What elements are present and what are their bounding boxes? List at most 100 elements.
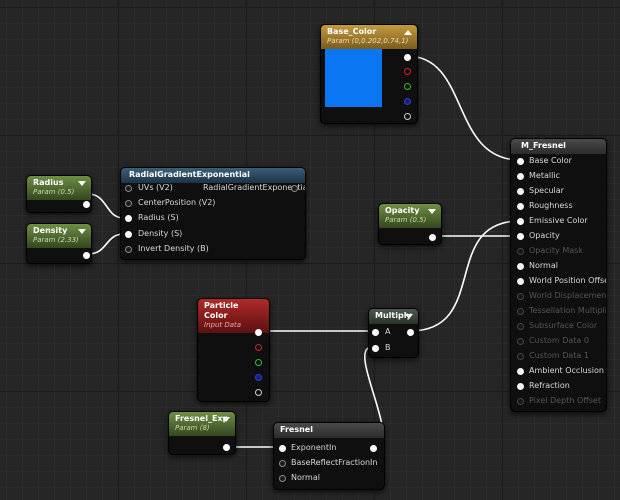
material-input-pin[interactable]	[517, 293, 524, 300]
material-input-pin[interactable]	[517, 248, 524, 255]
node-header[interactable]: Opacity Param (0.5)	[379, 204, 441, 228]
material-input-pin[interactable]	[517, 308, 524, 315]
collapse-arrow-icon[interactable]	[78, 181, 86, 186]
value-output-pin[interactable]	[83, 201, 90, 208]
alpha-output-pin[interactable]	[404, 113, 411, 120]
collapse-arrow-icon[interactable]	[428, 209, 436, 214]
material-input-pin[interactable]	[517, 353, 524, 360]
radial-gradient-node[interactable]: RadialGradientExponential UVs (V2) Cente…	[120, 167, 306, 260]
radius-label: Radius (S)	[138, 213, 179, 222]
collapse-arrow-icon[interactable]	[222, 417, 230, 422]
opacity-param-node[interactable]: Opacity Param (0.5)	[378, 203, 442, 245]
rgb-output-pin[interactable]	[255, 329, 262, 336]
material-input-pin[interactable]	[517, 398, 524, 405]
node-header[interactable]: M_Fresnel	[511, 139, 606, 154]
material-result-node[interactable]: M_Fresnel Base Color Metallic Specular Roug…	[510, 138, 607, 412]
green-output-pin[interactable]	[404, 83, 411, 90]
red-output-pin[interactable]	[255, 344, 262, 351]
density-label: Density (S)	[138, 229, 183, 238]
collapse-arrow-icon[interactable]	[404, 30, 412, 35]
base-color-param-node[interactable]: Base_Color Param (0,0.202,0.74,1)	[320, 24, 418, 124]
uvs-label: UVs (V2)	[138, 183, 173, 192]
value-output-pin[interactable]	[429, 234, 436, 241]
node-header[interactable]: Radius Param (0.5)	[27, 176, 91, 200]
node-subtitle: Param (8)	[175, 424, 210, 432]
density-param-node[interactable]: Density Param (2.33)	[26, 223, 92, 264]
node-title: M_Fresnel	[521, 141, 566, 150]
b-label: B	[385, 343, 391, 352]
node-header[interactable]: Fresnel	[274, 423, 384, 438]
result-output-pin[interactable]	[407, 329, 414, 336]
material-input-label: Ambient Occlusion	[529, 366, 604, 375]
material-input-pin[interactable]	[517, 383, 524, 390]
particle-color-node[interactable]: Particle Color Input Data	[197, 298, 270, 402]
radius-param-node[interactable]: Radius Param (0.5)	[26, 175, 92, 213]
blue-output-pin[interactable]	[255, 374, 262, 381]
node-title: Base_Color	[327, 27, 377, 36]
collapse-arrow-icon[interactable]	[78, 229, 86, 234]
exponentin-input-pin[interactable]	[279, 445, 286, 452]
normal-input-pin[interactable]	[279, 475, 286, 482]
material-input-pin[interactable]	[517, 263, 524, 270]
node-title: RadialGradientExponential	[129, 170, 250, 179]
a-input-pin[interactable]	[372, 329, 379, 336]
material-input-label: World Position Offset	[529, 276, 607, 285]
material-input-pin[interactable]	[517, 158, 524, 165]
material-input-pin[interactable]	[517, 203, 524, 210]
wire-density-to-radial	[87, 233, 125, 255]
material-input-label: Subsurface Color	[529, 321, 598, 330]
material-input-pin[interactable]	[517, 323, 524, 330]
node-header[interactable]: Density Param (2.33)	[27, 224, 91, 248]
material-input-label: Tessellation Multiplier	[529, 306, 607, 315]
value-output-pin[interactable]	[83, 252, 90, 259]
node-title: Radius	[33, 178, 64, 187]
fresnel-node[interactable]: Fresnel ExponentIn BaseReflectFractionIn…	[273, 422, 385, 490]
value-output-pin[interactable]	[223, 444, 230, 451]
collapse-arrow-icon[interactable]	[405, 314, 413, 319]
material-input-label: Opacity Mask	[529, 246, 583, 255]
green-output-pin[interactable]	[255, 359, 262, 366]
rgb-output-pin[interactable]	[404, 54, 411, 61]
node-header[interactable]: Multiply	[369, 309, 418, 324]
node-header[interactable]: Fresnel_Exp Param (8)	[169, 412, 235, 436]
invert-density-input-pin[interactable]	[125, 246, 132, 253]
blue-output-pin[interactable]	[404, 98, 411, 105]
color-swatch	[325, 49, 382, 107]
material-input-label: Opacity	[529, 231, 560, 240]
material-input-label: Specular	[529, 186, 564, 195]
invert-density-label: Invert Density (B)	[138, 244, 209, 253]
material-input-label: Pixel Depth Offset	[529, 396, 601, 405]
centerposition-input-pin[interactable]	[125, 200, 132, 207]
material-input-label: Roughness	[529, 201, 573, 210]
material-input-pin[interactable]	[517, 173, 524, 180]
node-header[interactable]: Particle Color Input Data	[198, 299, 269, 333]
red-output-pin[interactable]	[404, 68, 411, 75]
material-input-pin[interactable]	[517, 278, 524, 285]
material-input-label: Refraction	[529, 381, 570, 390]
material-input-pin[interactable]	[517, 368, 524, 375]
node-subtitle: Param (0,0.202,0.74,1)	[327, 37, 409, 45]
material-input-pin[interactable]	[517, 218, 524, 225]
multiply-node[interactable]: Multiply A B	[368, 308, 419, 358]
material-input-pin[interactable]	[517, 338, 524, 345]
node-header[interactable]: RadialGradientExponential	[121, 168, 305, 183]
uvs-input-pin[interactable]	[125, 185, 132, 192]
a-label: A	[385, 327, 391, 336]
radius-input-pin[interactable]	[125, 215, 132, 222]
radial-output-pin[interactable]	[291, 185, 298, 192]
density-input-pin[interactable]	[125, 231, 132, 238]
node-title: Opacity	[385, 206, 420, 215]
fresnel-exp-param-node[interactable]: Fresnel_Exp Param (8)	[168, 411, 236, 455]
fresnel-output-pin[interactable]	[370, 445, 377, 452]
material-input-pin[interactable]	[517, 233, 524, 240]
node-header[interactable]: Base_Color Param (0,0.202,0.74,1)	[321, 25, 417, 49]
centerposition-label: CenterPosition (V2)	[138, 198, 216, 207]
material-input-pin[interactable]	[517, 188, 524, 195]
material-input-label: Metallic	[529, 171, 560, 180]
alpha-output-pin[interactable]	[255, 389, 262, 396]
exponentin-label: ExponentIn	[291, 443, 337, 452]
material-input-label: Normal	[529, 261, 558, 270]
basereflect-input-pin[interactable]	[279, 460, 286, 467]
node-title: Density	[33, 226, 68, 235]
b-input-pin[interactable]	[372, 345, 379, 352]
